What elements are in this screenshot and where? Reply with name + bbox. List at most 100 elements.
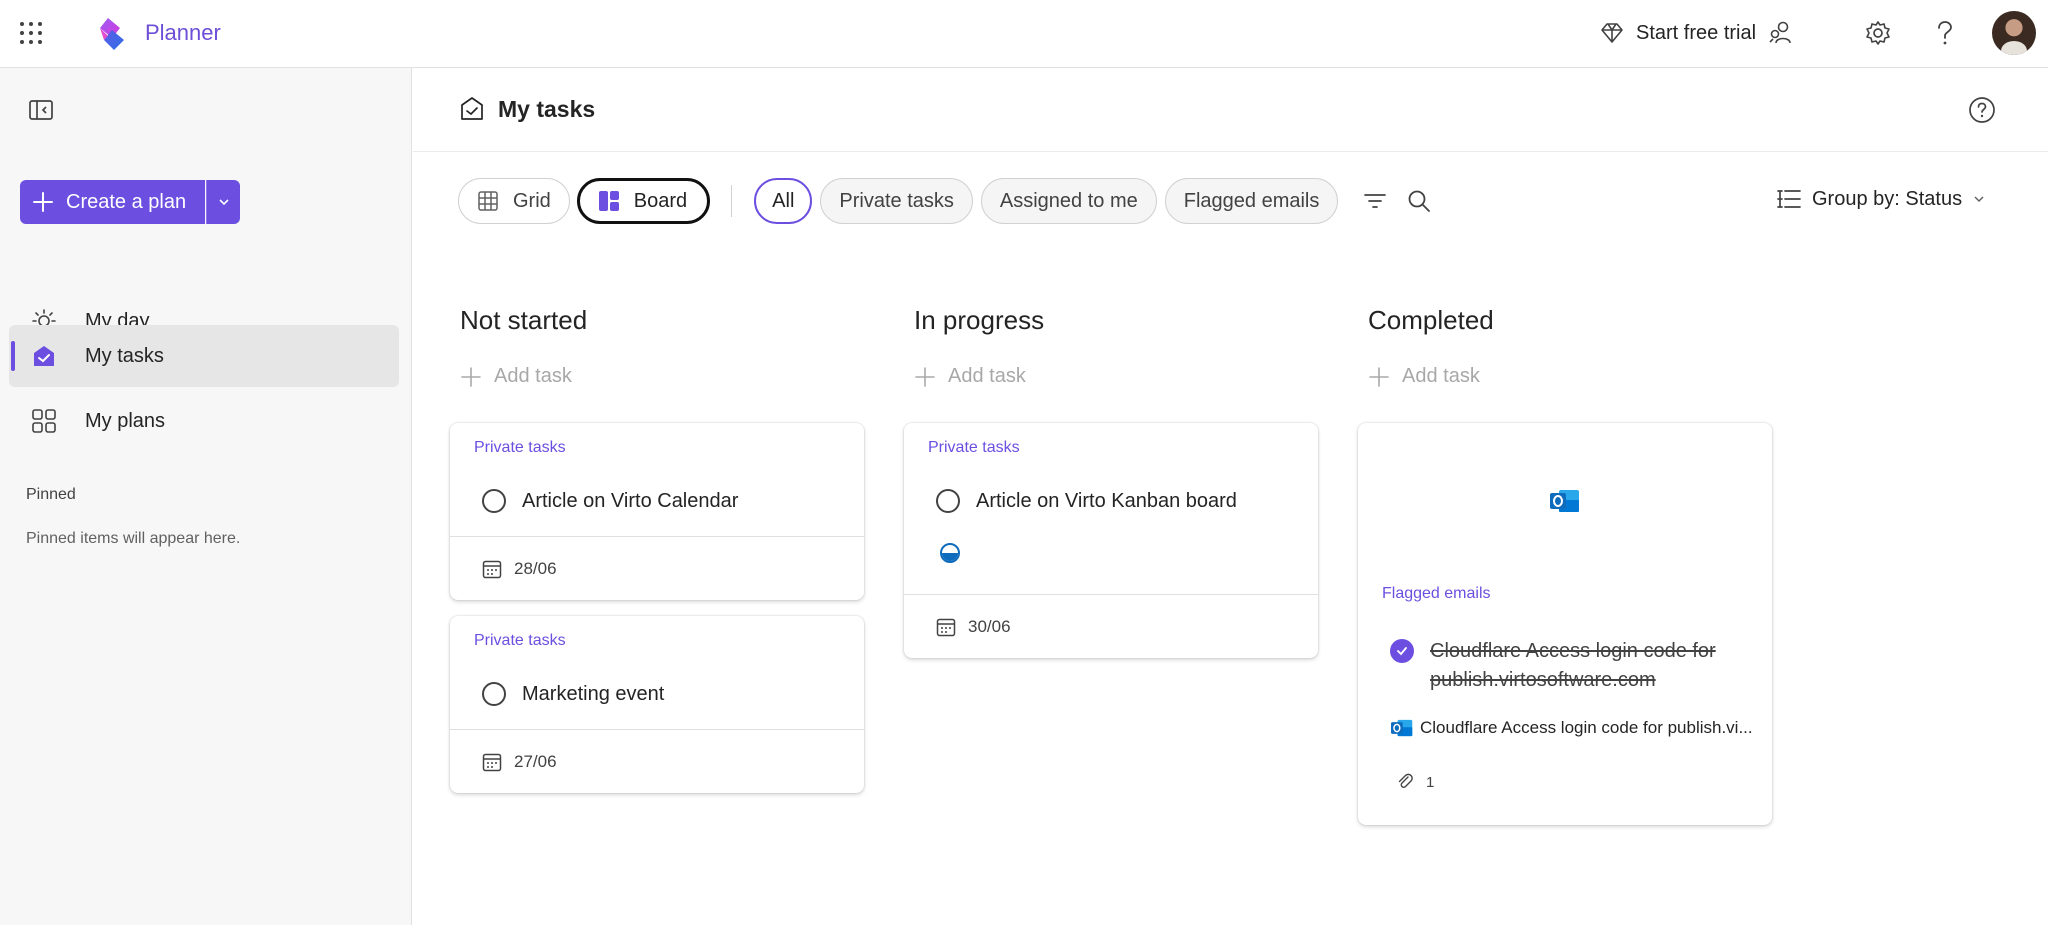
card-task-row: Marketing event <box>482 682 664 706</box>
card-plan-name: Private tasks <box>474 632 566 649</box>
app-launcher-icon[interactable] <box>18 20 44 46</box>
app-name[interactable]: Planner <box>145 20 221 46</box>
view-grid-button[interactable]: Grid <box>458 178 570 224</box>
task-card[interactable]: Private tasks Marketing event 27/06 <box>450 616 864 793</box>
board-icon <box>598 191 619 211</box>
filter-private-tasks-chip[interactable]: Private tasks <box>820 178 973 224</box>
add-task-button[interactable]: Add task <box>460 365 572 388</box>
card-divider <box>450 536 864 537</box>
add-task-button[interactable]: Add task <box>1368 365 1480 388</box>
filter-flagged-emails-chip[interactable]: Flagged emails <box>1164 178 1339 224</box>
add-task-button[interactable]: Add task <box>914 365 1026 388</box>
list-icon <box>1777 190 1801 208</box>
outlook-icon <box>1391 719 1413 737</box>
card-task-title: Article on Virto Calendar <box>522 489 739 512</box>
card-task-title: Cloudflare Access login code for publish… <box>1430 640 1716 691</box>
view-board-label: Board <box>633 189 688 212</box>
chevron-down-icon <box>218 199 229 206</box>
sidebar-item-my-plans[interactable]: My plans <box>9 390 399 452</box>
card-date-text: 30/06 <box>968 617 1011 636</box>
top-bar: Planner Start free trial <box>0 0 2048 68</box>
task-complete-circle-icon[interactable] <box>482 682 506 706</box>
task-complete-circle-icon[interactable] <box>936 489 960 513</box>
plus-icon <box>33 192 53 212</box>
in-progress-icon <box>940 543 960 563</box>
sidebar-item-my-tasks[interactable]: My tasks <box>9 325 399 387</box>
add-task-label: Add task <box>1402 365 1480 387</box>
my-tasks-icon <box>461 97 483 120</box>
gear-icon <box>1866 21 1890 45</box>
card-task-row: Cloudflare Access login code for publish… <box>1390 637 1730 695</box>
add-task-label: Add task <box>948 365 1026 387</box>
chevron-down-icon <box>1974 196 1984 203</box>
column-title: Completed <box>1368 305 1494 335</box>
card-due-date: 28/06 <box>482 559 557 579</box>
calendar-icon <box>482 753 502 772</box>
start-free-trial-button[interactable]: Start free trial <box>1600 18 1796 48</box>
sidebar-item-label: My tasks <box>85 344 164 367</box>
task-card[interactable]: Private tasks Article on Virto Kanban bo… <box>904 423 1318 658</box>
avatar[interactable] <box>1992 11 2036 55</box>
card-divider <box>904 594 1318 595</box>
group-by-button[interactable]: Group by: Status <box>1776 184 1986 214</box>
card-plan-name: Private tasks <box>928 439 1020 456</box>
attachments-count-text: 1 <box>1426 773 1435 791</box>
task-complete-circle-icon[interactable] <box>482 489 506 513</box>
create-plan-label: Create a plan <box>66 190 187 213</box>
grid-icon <box>29 406 59 436</box>
plus-icon <box>1369 366 1389 387</box>
calendar-icon <box>482 560 502 579</box>
card-task-row: Article on Virto Calendar <box>482 489 738 513</box>
tasks-icon <box>29 341 59 371</box>
help-button[interactable] <box>1930 18 1960 48</box>
pinned-heading: Pinned <box>26 486 76 503</box>
column-title: Not started <box>460 305 588 335</box>
search-button[interactable] <box>1404 186 1434 216</box>
linked-email-subject: Cloudflare Access login code for publish… <box>1420 718 1753 737</box>
card-date-text: 27/06 <box>514 752 557 771</box>
paperclip-icon <box>1398 773 1413 788</box>
card-due-date: 27/06 <box>482 752 557 772</box>
linked-email[interactable]: Cloudflare Access login code for publish… <box>1390 717 1760 739</box>
attachments-count: 1 <box>1396 773 1434 791</box>
collapse-sidebar-icon[interactable] <box>28 98 56 122</box>
card-plan-name: Flagged emails <box>1382 585 1491 602</box>
view-toolbar: Grid Board All Private tasks Assigned to… <box>458 176 1434 226</box>
people-share-icon[interactable] <box>1768 19 1796 47</box>
outlook-icon <box>1550 490 1579 512</box>
filter-assigned-to-me-chip[interactable]: Assigned to me <box>980 178 1157 224</box>
start-free-trial-label: Start free trial <box>1636 21 1757 44</box>
search-icon <box>1408 190 1431 212</box>
create-plan-button[interactable]: Create a plan <box>20 180 205 224</box>
task-card[interactable]: Flagged emails Cloudflare Access login c… <box>1358 423 1772 825</box>
card-task-row: Article on Virto Kanban board <box>936 489 1237 513</box>
filter-lines-icon <box>1364 194 1387 208</box>
filter-all-chip[interactable]: All <box>754 178 813 224</box>
planner-logo-icon[interactable] <box>94 16 130 52</box>
create-plan-button-group: Create a plan <box>20 180 240 224</box>
group-by-label: Group by: Status <box>1812 187 1963 210</box>
diamond-icon <box>1601 23 1623 43</box>
column-title: In progress <box>914 305 1045 335</box>
card-task-title: Article on Virto Kanban board <box>976 489 1237 512</box>
settings-button[interactable] <box>1863 18 1893 48</box>
card-task-title: Marketing event <box>522 682 665 705</box>
calendar-icon <box>936 618 956 637</box>
question-icon <box>1938 21 1952 45</box>
card-divider <box>450 729 864 730</box>
pinned-empty-text: Pinned items will appear here. <box>26 530 241 547</box>
plus-icon <box>915 366 935 387</box>
page-title: My tasks <box>498 96 596 122</box>
card-date-text: 28/06 <box>514 559 557 578</box>
help-circle-icon[interactable] <box>1967 95 1997 125</box>
view-board-button[interactable]: Board <box>576 178 711 224</box>
sidebar-item-label: My plans <box>85 409 166 432</box>
sidebar: Create a plan My day My tasks My plans P… <box>0 68 412 925</box>
task-completed-check-icon[interactable] <box>1390 639 1414 663</box>
plus-icon <box>461 366 481 387</box>
card-due-date: 30/06 <box>936 617 1011 637</box>
task-card[interactable]: Private tasks Article on Virto Calendar … <box>450 423 864 600</box>
filter-button[interactable] <box>1360 186 1390 216</box>
view-grid-label: Grid <box>513 189 551 212</box>
create-plan-dropdown[interactable] <box>206 180 240 224</box>
